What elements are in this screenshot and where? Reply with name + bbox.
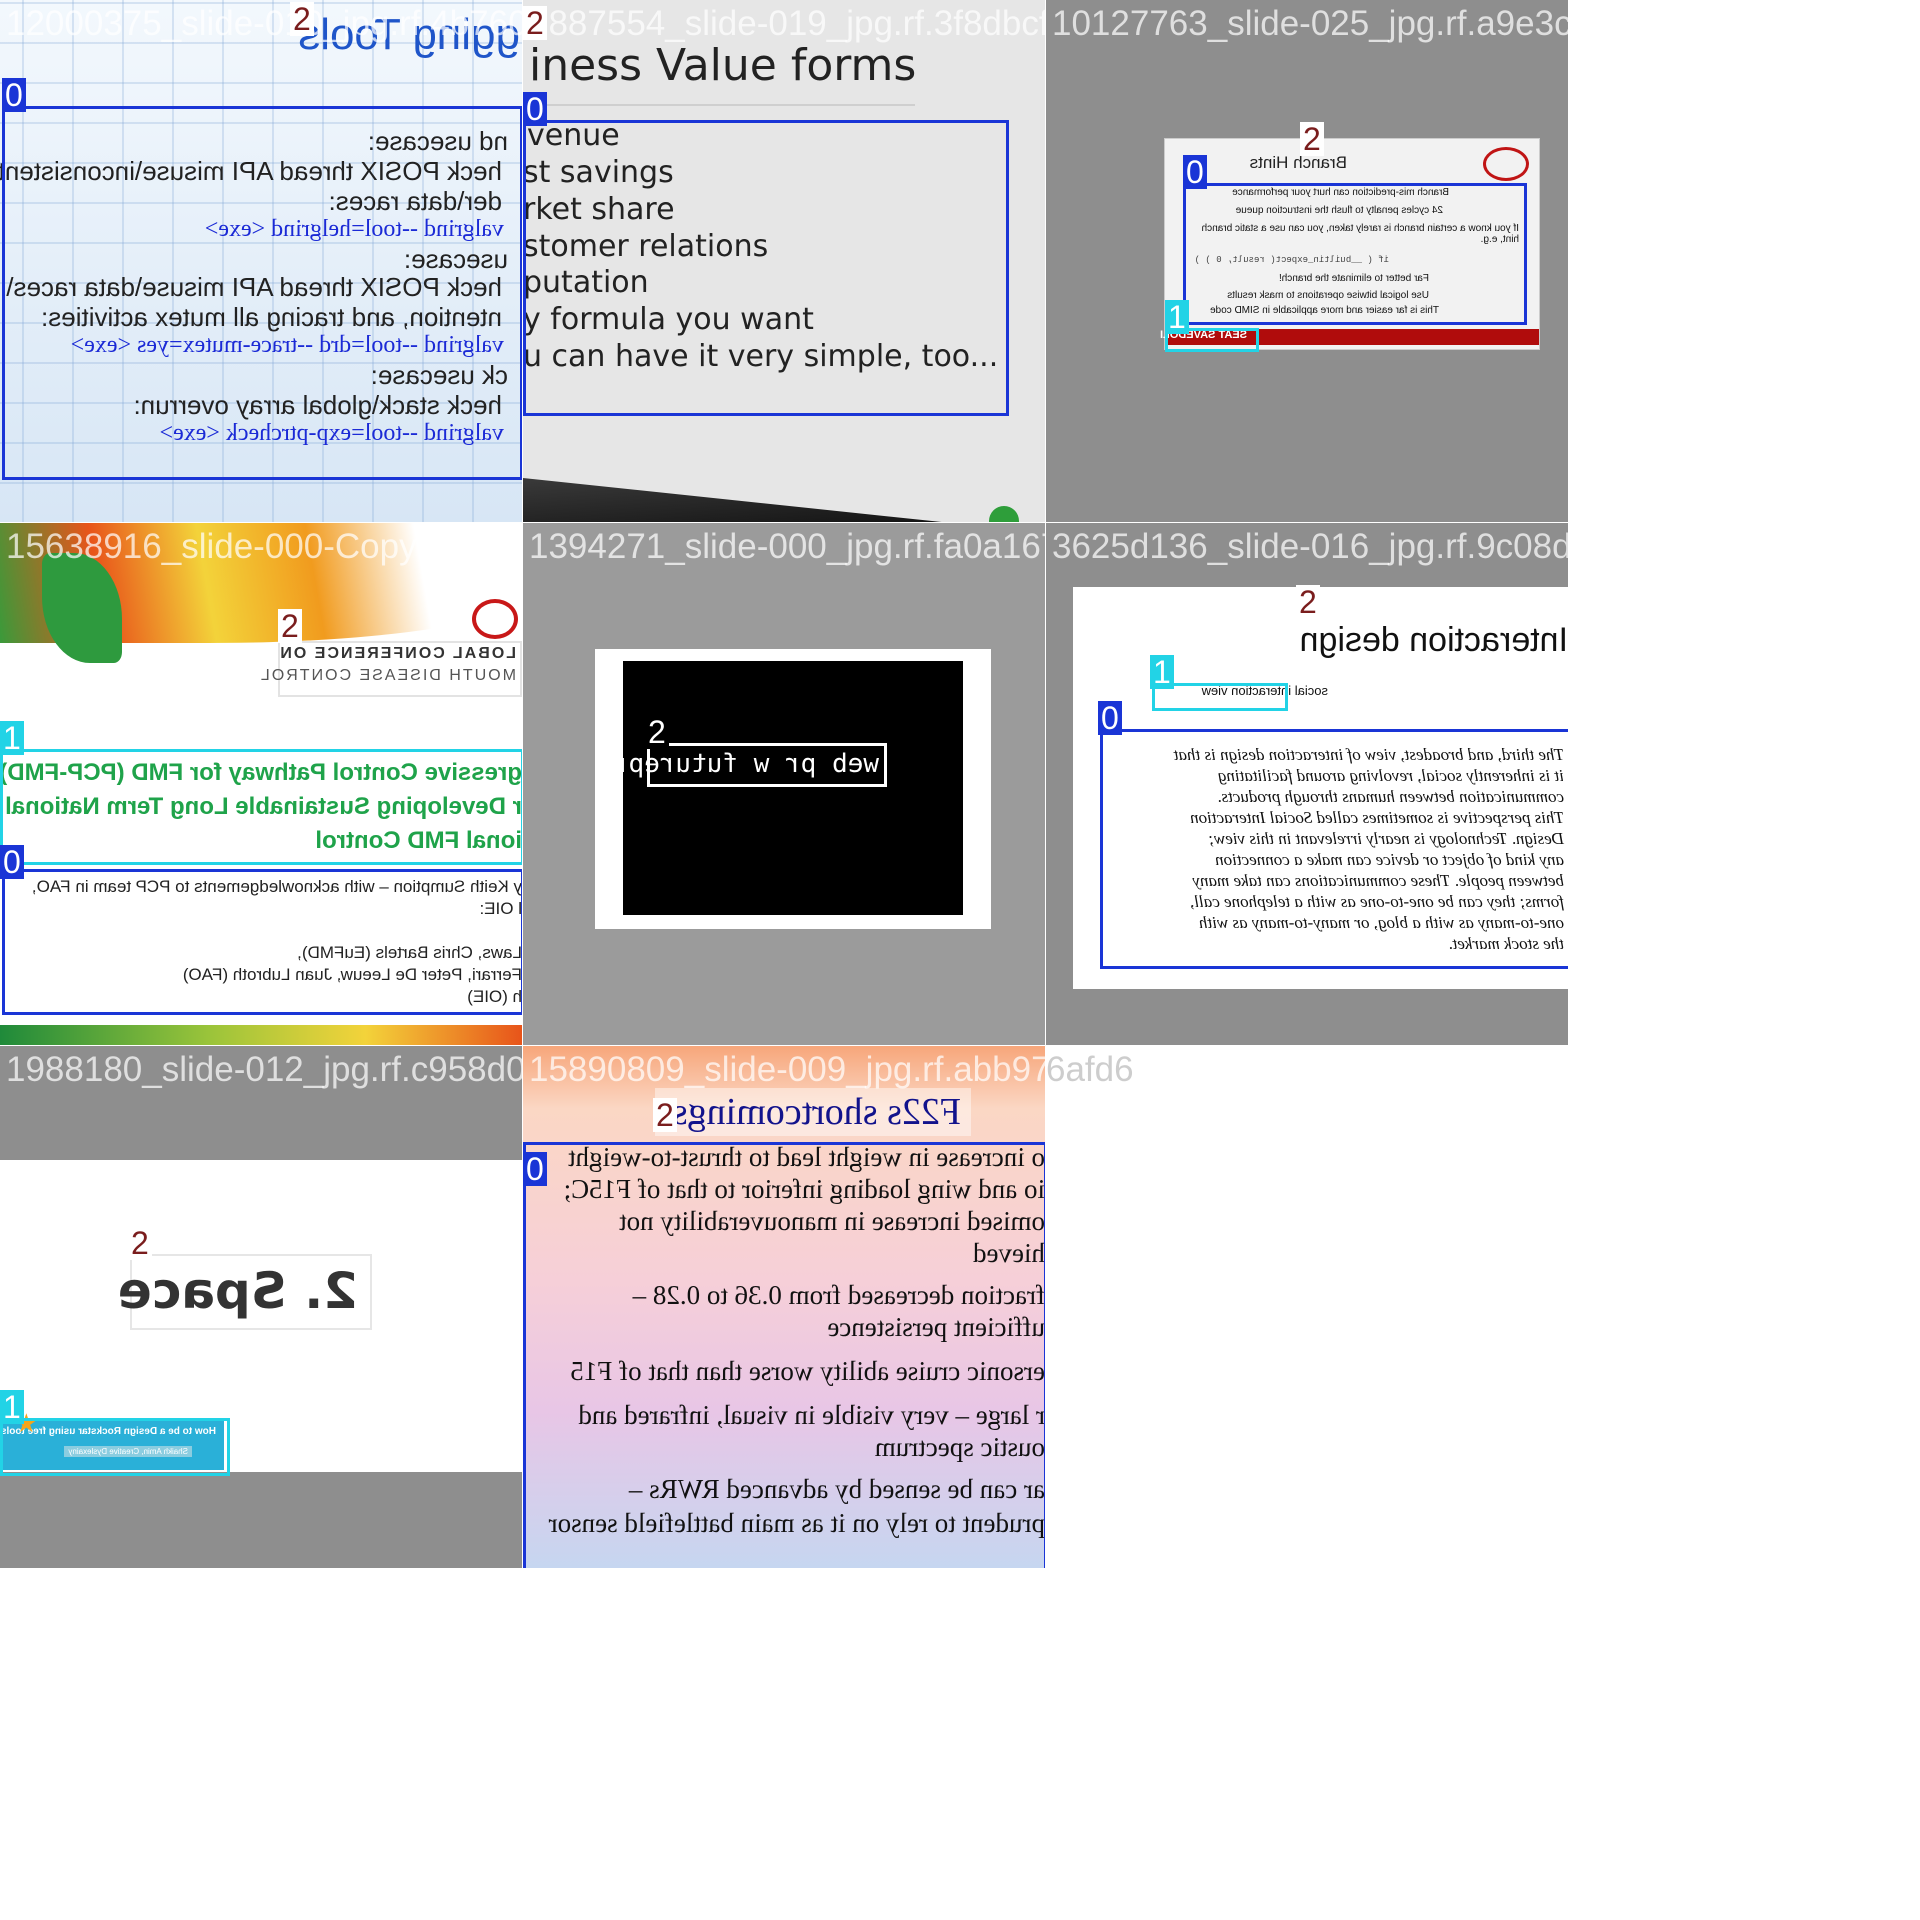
bbox-text-region (2, 106, 522, 480)
bbox-text-region (2, 869, 522, 1015)
tile-caption: 15638916_slide-000-Copy-Copy-Copy_jpg.rf (6, 527, 522, 566)
grid-divider (522, 0, 523, 1568)
bbox-label: 0 (523, 92, 547, 126)
tile-branch-hints: Branch Hints Branch mis-prediction can h… (1046, 0, 1568, 522)
bbox-label: 1 (0, 721, 24, 755)
logo-line: MOUTH DISEASE CONTROL (258, 667, 516, 684)
slide-title: iness Value forms (529, 40, 917, 91)
tile-caption: 1394271_slide-000_jpg.rf.fa0a1671573 (529, 527, 1045, 566)
slide-title: 2. Space (117, 1262, 358, 1320)
footer-gradient-bar (0, 1025, 522, 1045)
bbox-label: 2 (290, 2, 314, 36)
grid-divider (1045, 0, 1046, 1568)
bbox-label: 0 (1098, 701, 1122, 735)
bbox-label: 2 (1296, 585, 1320, 619)
bbox-text-region (1100, 729, 1568, 969)
bbox-label: 0 (1183, 155, 1207, 189)
bbox-label: 1 (0, 1390, 24, 1424)
grid-divider (0, 522, 1568, 523)
slide-title: F22s shortcomings (672, 1091, 961, 1133)
bbox-label: 1 (1165, 300, 1189, 334)
globe-icon (989, 506, 1019, 522)
tile-caption: 15890809_slide-009_jpg.rf.abb979627 (529, 1050, 1045, 1089)
tile-web-future: web pr w futurepr 1394271_slide-000_jpg.… (523, 523, 1045, 1045)
laptop-edge (523, 478, 1045, 522)
tile-business-value: iness Value forms venue st savings rket … (523, 0, 1045, 522)
tile-caption: 1988180_slide-012_jpg.rf.c958d0c7581 (6, 1050, 522, 1089)
tile-caption: 12000375_slide-010_jpg.rf.4b7601f0 (6, 4, 522, 43)
bbox-label: 2 (278, 609, 302, 643)
bbox-text-region (523, 120, 1009, 416)
bbox-label: 2 (1300, 122, 1324, 156)
tile-caption-tail: 6afd6 (1046, 1050, 1134, 1089)
tile-debugging-tools: gging Tools nd usecase: heck POSIX threa… (0, 0, 522, 522)
bbox-title-region (1298, 613, 1568, 673)
bbox-label: 2 (128, 1226, 152, 1260)
bbox-label: 1 (1150, 655, 1174, 689)
bbox-label: 0 (523, 1152, 547, 1186)
tile-caption: 3625d136_slide-016_jpg.rf.9c08d031b (1052, 527, 1568, 566)
tile-interaction-design: Interaction design social interaction vi… (1046, 523, 1568, 1045)
tile-f22-shortcomings: F22s shortcomings o increase in weight l… (523, 1046, 1045, 1568)
bbox-title-region (0, 749, 522, 865)
grid-divider (0, 1045, 1568, 1046)
bbox-label: 2 (653, 1098, 677, 1132)
bbox-label: 0 (0, 845, 24, 879)
bbox-label: 2 (523, 6, 547, 40)
tile-caption: 8887554_slide-019_jpg.rf.3f8dbcfb7 (529, 4, 1045, 43)
bbox-label: 2 (645, 715, 669, 749)
bbox-banner-region (0, 1418, 230, 1476)
title-underline (523, 104, 915, 106)
logo-line: LOBAL CONFERENCE ON (278, 645, 516, 662)
bbox-label: 0 (2, 78, 26, 112)
logo-icon (1483, 147, 1529, 181)
slide-title: Branch Hints (1249, 153, 1347, 172)
bbox-text-region (1183, 183, 1527, 325)
empty-tile (1046, 1046, 1568, 1568)
tile-caption: 10127763_slide-025_jpg.rf.a9e3cfb00 (1052, 4, 1568, 43)
tile-design-rockstar: 2. Space How to be a Design Rockstar usi… (0, 1046, 522, 1568)
bbox-title-region (647, 743, 887, 787)
bbox-text-region (523, 1142, 1045, 1568)
logo-mark (472, 599, 518, 639)
tile-mirrored-content: 2. Space How to be a Design Rockstar usi… (0, 1046, 522, 1568)
tile-fmd-conference: LOBAL CONFERENCE ON MOUTH DISEASE CONTRO… (0, 523, 522, 1045)
